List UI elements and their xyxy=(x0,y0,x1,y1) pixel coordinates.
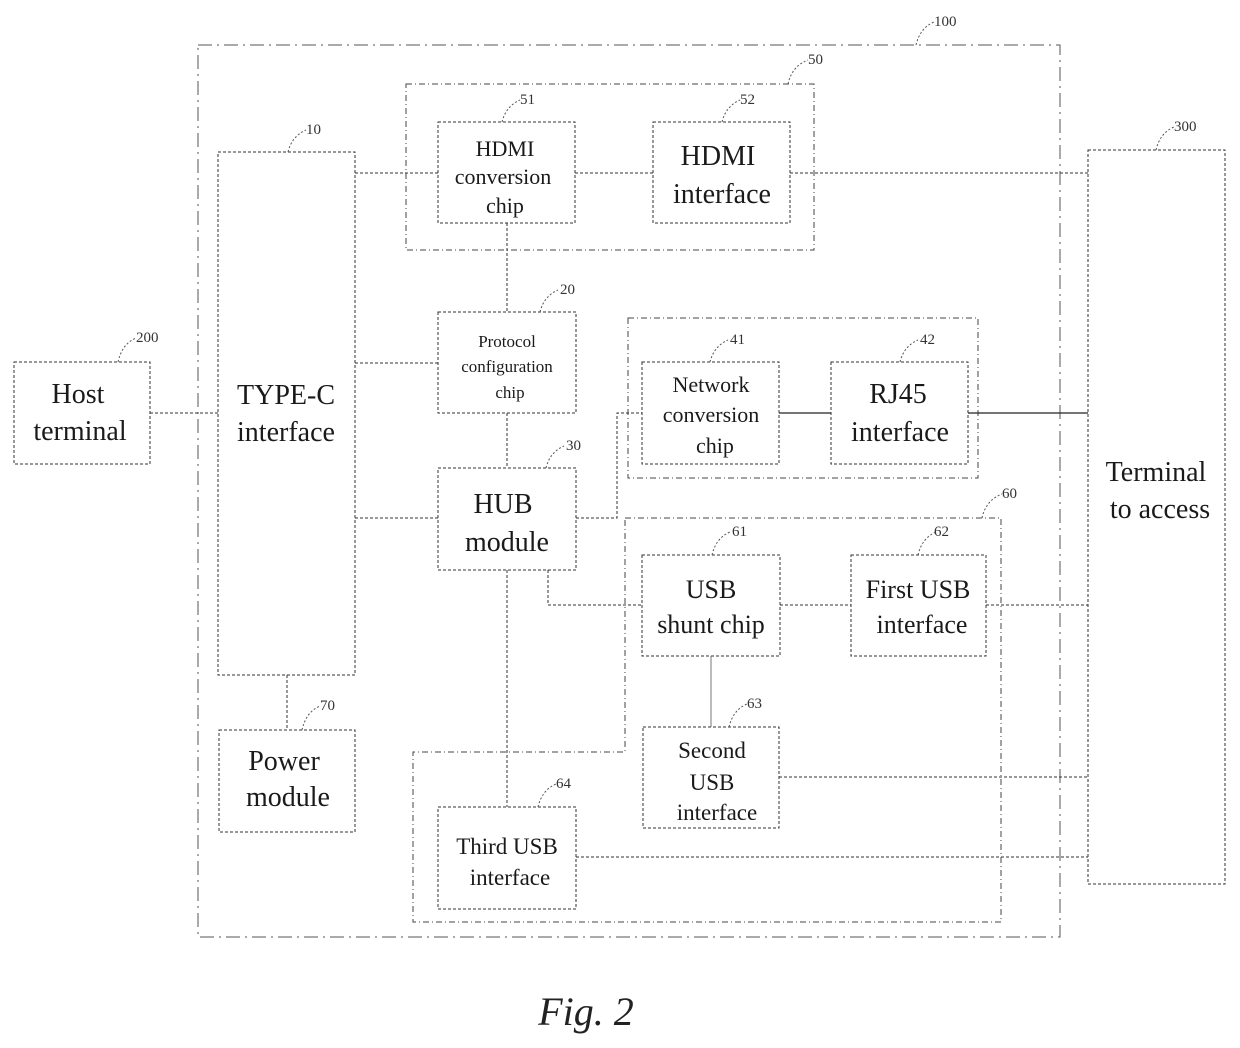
second-usb-label-2: USB xyxy=(690,770,735,795)
ref-label-30: 30 xyxy=(566,438,581,454)
rj45-box xyxy=(830,361,969,465)
hdmi-conversion-chip-block: 51 HDMI conversion chip xyxy=(437,92,576,224)
ref-label-52: 52 xyxy=(740,92,755,108)
leader-100 xyxy=(915,21,935,46)
rj45-label-1: RJ45 xyxy=(869,379,927,410)
second-usb-label-1: Second xyxy=(678,738,746,763)
ref-label-10: 10 xyxy=(306,122,321,138)
ref-label-70: 70 xyxy=(320,698,335,714)
ref-label-62: 62 xyxy=(934,524,949,540)
network-chip-label-2: conversion xyxy=(663,402,760,427)
rj45-interface-block: 42 RJ45 interface xyxy=(830,332,969,465)
rj45-label-2: interface xyxy=(851,417,949,448)
typec-label-1: TYPE-C xyxy=(237,380,335,411)
second-usb-label-3: interface xyxy=(677,800,757,825)
ref-label-50: 50 xyxy=(808,52,823,68)
protocol-configuration-chip-block: 20 Protocol configuration chip xyxy=(437,282,577,414)
leader-64 xyxy=(537,783,557,808)
hub-module-block: 30 HUB module xyxy=(437,438,581,571)
leader-300 xyxy=(1155,126,1175,151)
figure-caption: Fig. 2 xyxy=(537,989,634,1034)
usb-shunt-box xyxy=(641,554,781,657)
host-terminal-label-1: Host xyxy=(52,379,105,410)
leader-51 xyxy=(501,99,521,123)
leader-50 xyxy=(787,59,809,85)
leader-200 xyxy=(117,337,137,363)
ref-label-20: 20 xyxy=(560,282,575,298)
network-conversion-chip-block: 41 Network conversion chip xyxy=(641,332,780,465)
first-usb-interface-block: 62 First USB interface xyxy=(850,524,987,657)
power-label-1: Power xyxy=(248,746,320,777)
leader-70 xyxy=(301,705,321,731)
hdmi-chip-label-1: HDMI xyxy=(476,136,535,161)
ref-label-200: 200 xyxy=(136,330,159,346)
hdmi-chip-label-2: conversion xyxy=(455,164,552,189)
terminal-label-2: to access xyxy=(1110,494,1210,525)
block-diagram: 100 50 60 200 Host terminal 10 TYPE-C in… xyxy=(13,14,1226,1034)
network-chip-label-1: Network xyxy=(673,372,750,397)
hub-label-2: module xyxy=(465,527,549,558)
third-usb-label-1: Third USB xyxy=(456,834,558,859)
third-usb-label-2: interface xyxy=(470,865,550,890)
leader-61 xyxy=(711,531,731,556)
typec-label-2: interface xyxy=(237,417,335,448)
protocol-label-1: Protocol xyxy=(478,332,536,351)
hdmi-interface-block: 52 HDMI interface xyxy=(652,92,791,224)
ref-label-42: 42 xyxy=(920,332,935,348)
ref-label-64: 64 xyxy=(556,776,572,792)
network-chip-label-3: chip xyxy=(696,433,734,458)
host-terminal-block: 200 Host terminal xyxy=(13,330,159,465)
usb-shunt-label-1: USB xyxy=(686,575,737,604)
leader-41 xyxy=(709,339,729,363)
power-module-block: 70 Power module xyxy=(218,698,356,833)
power-label-2: module xyxy=(246,782,330,813)
first-usb-label-2: interface xyxy=(877,610,968,639)
leader-60 xyxy=(981,493,1003,519)
leader-52 xyxy=(721,99,741,123)
wire-hub-network xyxy=(576,412,642,519)
terminal-to-access-block: 300 Terminal to access xyxy=(1087,119,1226,885)
ref-label-100: 100 xyxy=(934,14,957,30)
first-usb-label-1: First USB xyxy=(866,575,971,604)
leader-30 xyxy=(545,445,565,469)
wire-hub-shunt xyxy=(547,570,642,606)
ref-label-60: 60 xyxy=(1002,486,1017,502)
terminal-label-1: Terminal xyxy=(1106,457,1207,488)
hub-label-1: HUB xyxy=(473,489,532,520)
host-terminal-label-2: terminal xyxy=(33,416,127,447)
ref-label-61: 61 xyxy=(732,524,747,540)
leader-42 xyxy=(899,339,919,363)
hdmi-iface-label-1: HDMI xyxy=(681,141,756,172)
first-usb-box xyxy=(850,554,987,657)
leader-10 xyxy=(287,129,307,153)
leader-63 xyxy=(728,703,748,728)
leader-20 xyxy=(539,289,559,313)
typec-block: 10 TYPE-C interface xyxy=(217,122,356,676)
protocol-label-3: chip xyxy=(495,383,524,402)
ref-label-300: 300 xyxy=(1174,119,1197,135)
hdmi-iface-label-2: interface xyxy=(673,179,771,210)
usb-shunt-label-2: shunt chip xyxy=(657,610,765,639)
protocol-label-2: configuration xyxy=(461,357,553,376)
hdmi-chip-label-3: chip xyxy=(486,193,524,218)
typec-box xyxy=(217,151,356,676)
usb-shunt-chip-block: 61 USB shunt chip xyxy=(641,524,781,657)
host-terminal-box xyxy=(13,361,151,465)
ref-label-51: 51 xyxy=(520,92,535,108)
ref-label-41: 41 xyxy=(730,332,745,348)
ref-label-63: 63 xyxy=(747,696,762,712)
